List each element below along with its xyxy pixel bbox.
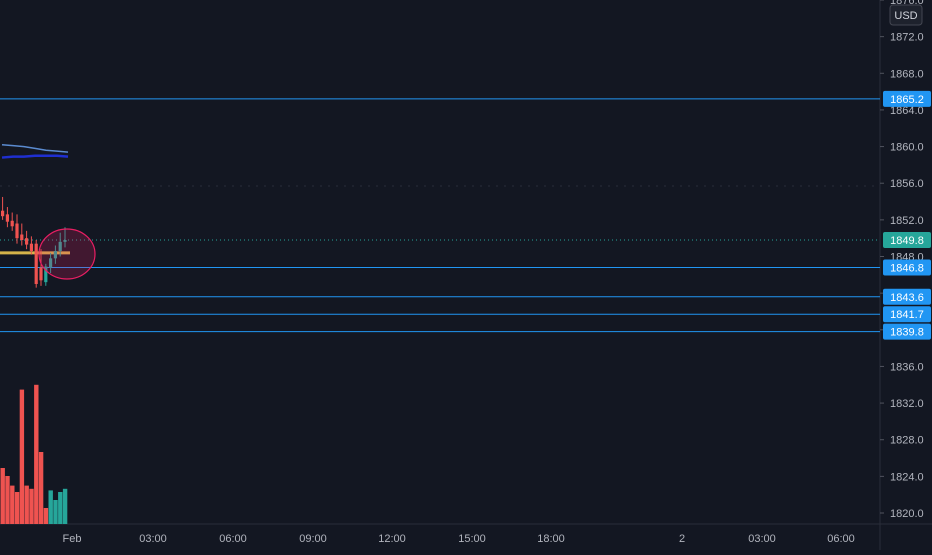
volume-bar [62, 488, 68, 524]
candle-body [25, 238, 29, 245]
volume-bar [5, 476, 10, 524]
candle-body [29, 243, 33, 252]
volume-bar [19, 389, 25, 524]
candle-body [34, 243, 38, 284]
x-tick-label: 06:00 [219, 533, 247, 545]
candlestick-chart[interactable]: 1820.01824.01828.01832.01836.01840.01844… [0, 0, 932, 550]
chart-svg[interactable]: 1820.01824.01828.01832.01836.01840.01844… [0, 0, 932, 550]
volume-bar [24, 485, 29, 524]
volume-bar [14, 492, 20, 524]
candle-body [15, 223, 19, 239]
volume-bar [38, 452, 44, 524]
candle-body [20, 234, 24, 241]
y-tick-label: 1856.0 [890, 178, 924, 190]
price-level-label: 1841.7 [890, 309, 924, 321]
y-tick-label: 1868.0 [890, 68, 924, 80]
y-tick-label: 1820.0 [890, 508, 924, 520]
y-tick-label: 1860.0 [890, 142, 924, 154]
x-tick-label: 18:00 [537, 533, 565, 545]
volume-bar [48, 490, 53, 524]
chart-background [0, 0, 932, 550]
x-tick-label: 15:00 [458, 533, 486, 545]
volume-bar [29, 488, 34, 524]
candle-body [10, 220, 14, 227]
y-tick-label: 1836.0 [890, 361, 924, 373]
highlight-circle [38, 228, 96, 280]
volume-bar [53, 500, 58, 524]
y-tick-label: 1828.0 [890, 435, 924, 447]
candle-body [39, 267, 43, 281]
price-level-label: 1865.2 [890, 94, 924, 106]
volume-bar [0, 468, 5, 524]
price-level-label: 1839.8 [890, 327, 924, 339]
x-tick-label: 03:00 [139, 533, 167, 545]
volume-bar [10, 485, 15, 524]
candle-body [1, 210, 5, 217]
y-tick-label: 1872.0 [890, 32, 924, 44]
y-tick-label: 1824.0 [890, 471, 924, 483]
price-level-label: 1846.8 [890, 262, 924, 274]
price-level-label: 1843.6 [890, 292, 924, 304]
y-tick-label: 1852.0 [890, 215, 924, 227]
volume-bar [43, 508, 49, 524]
volume-bar [58, 492, 63, 524]
volume-bar [34, 384, 39, 524]
current-price-label: 1849.8 [890, 235, 924, 247]
x-tick-label: 09:00 [299, 533, 327, 545]
x-tick-label: 12:00 [378, 533, 406, 545]
x-tick-label: 03:00 [748, 533, 776, 545]
currency-button-label[interactable]: USD [894, 10, 917, 22]
x-tick-label: 2 [679, 533, 685, 545]
y-tick-label: 1832.0 [890, 398, 924, 410]
candle-body [5, 214, 9, 222]
x-tick-label: 06:00 [827, 533, 855, 545]
x-tick-label: Feb [63, 533, 82, 545]
